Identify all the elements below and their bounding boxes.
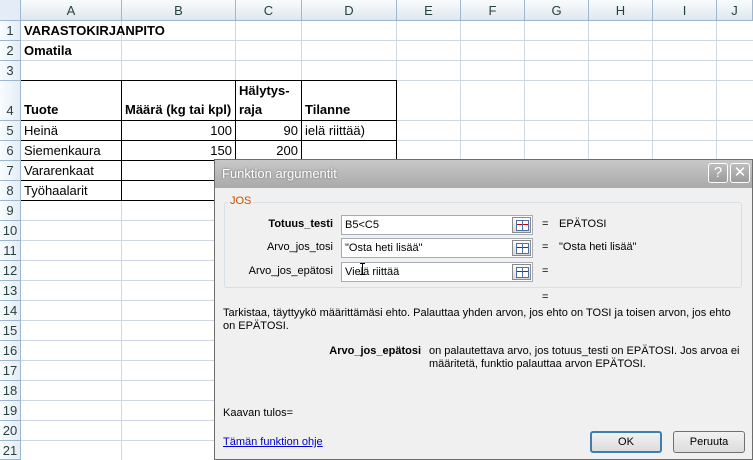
dialog-title: Funktion argumentit (222, 166, 337, 181)
cell-d4[interactable]: Tilanne (302, 100, 396, 120)
column-header-f[interactable]: F (461, 0, 525, 21)
ok-button[interactable]: OK (590, 431, 662, 453)
row-header[interactable]: 4 (0, 81, 21, 121)
row-header[interactable]: 17 (0, 361, 21, 381)
cancel-button[interactable]: Peruuta (673, 431, 745, 453)
row-header[interactable]: 13 (0, 281, 21, 301)
row-header[interactable]: 6 (0, 141, 21, 161)
row-header[interactable]: 20 (0, 421, 21, 441)
row-header[interactable]: 18 (0, 381, 21, 401)
cell-a5[interactable]: Heinä (21, 121, 121, 140)
row-header[interactable]: 16 (0, 341, 21, 361)
cell-c5[interactable]: 90 (236, 121, 301, 140)
close-icon[interactable]: ✕ (730, 163, 750, 183)
column-header-h[interactable]: H (589, 0, 653, 21)
row-header[interactable]: 14 (0, 301, 21, 321)
cell-b5[interactable]: 100 (122, 121, 235, 140)
column-header-d[interactable]: D (302, 0, 397, 21)
cell-a8[interactable]: Työhaalarit (21, 181, 121, 200)
cell-a4[interactable]: Tuote (21, 100, 121, 120)
column-header-i[interactable]: I (653, 0, 717, 21)
formula-result-label: Kaavan tulos= (223, 407, 294, 419)
arg-label-totuus-testi: Totuus_testi (268, 218, 333, 230)
collapse-dialog-icon (516, 267, 529, 278)
collapse-dialog-icon (516, 243, 529, 254)
cell-d5[interactable]: ielä riittää) (302, 121, 396, 140)
row-header[interactable]: 1 (0, 21, 21, 41)
row-header[interactable]: 15 (0, 321, 21, 341)
cell-c4-line1[interactable]: Hälytys- (236, 81, 301, 101)
cell-a7[interactable]: Vararenkaat (21, 161, 121, 180)
column-header-a[interactable]: A (21, 0, 122, 21)
table-border (301, 80, 302, 160)
arg-result-arvo-jos-tosi: "Osta heti lisää" (559, 241, 637, 253)
column-header-c[interactable]: C (236, 0, 302, 21)
cell-b6[interactable]: 150 (122, 141, 235, 160)
range-picker-button[interactable] (512, 217, 531, 233)
row-header[interactable]: 3 (0, 61, 21, 81)
table-border (396, 80, 397, 160)
function-help-link[interactable]: Tämän funktion ohje (223, 436, 323, 448)
gridline (21, 60, 753, 61)
arg-result-totuus-testi: EPÄTOSI (559, 218, 607, 230)
column-header-e[interactable]: E (397, 0, 461, 21)
cell-a2[interactable]: Omatila (21, 41, 121, 61)
function-arguments-dialog: Funktion argumentit ? ✕ JOS Totuus_testi… (214, 159, 753, 460)
arg-help-text: on palautettava arvo, jos totuus_testi o… (429, 345, 740, 370)
arg-equals: = (542, 241, 549, 253)
row-header[interactable]: 5 (0, 121, 21, 141)
table-border (21, 80, 397, 81)
row-header[interactable]: 11 (0, 241, 21, 261)
column-header-j[interactable]: J (717, 0, 753, 21)
cell-a6[interactable]: Siemenkaura (21, 141, 121, 160)
row-header[interactable]: 12 (0, 261, 21, 281)
cell-c4-line2[interactable]: raja (236, 100, 301, 120)
range-picker-button[interactable] (512, 240, 531, 256)
formula-equals: = (542, 291, 549, 303)
range-picker-button[interactable] (512, 264, 531, 280)
select-all-corner[interactable] (0, 0, 21, 21)
row-header[interactable]: 21 (0, 441, 21, 460)
row-header[interactable]: 19 (0, 401, 21, 421)
collapse-dialog-icon (516, 220, 529, 231)
arg-equals: = (542, 218, 549, 230)
arg-input-arvo-jos-tosi[interactable]: "Osta heti lisää" (341, 238, 533, 258)
arg-input-arvo-jos-epatosi[interactable]: Vielä riittää (341, 262, 533, 282)
row-header[interactable]: 8 (0, 181, 21, 201)
dialog-titlebar[interactable]: Funktion argumentit ? ✕ (215, 160, 752, 188)
arg-label-arvo-jos-epatosi: Arvo_jos_epätosi (248, 265, 333, 277)
help-icon[interactable]: ? (708, 163, 728, 183)
cell-b4[interactable]: Määrä (kg tai kpl) (122, 100, 235, 120)
row-header[interactable]: 10 (0, 221, 21, 241)
arg-input-totuus-testi[interactable]: B5<C5 (341, 215, 533, 235)
cell-c6[interactable]: 200 (236, 141, 301, 160)
row-header[interactable]: 2 (0, 41, 21, 61)
function-name: JOS (228, 195, 254, 207)
row-header[interactable]: 9 (0, 201, 21, 221)
function-description: Tarkistaa, täyttyykö määrittämäsi ehto. … (223, 307, 731, 332)
column-header-b[interactable]: B (122, 0, 236, 21)
arg-equals: = (542, 265, 549, 277)
column-header-g[interactable]: G (525, 0, 589, 21)
cell-a1[interactable]: VARASTOKIRJANPITO (21, 21, 221, 41)
table-border (21, 200, 216, 201)
text-cursor-icon (360, 263, 365, 275)
row-header[interactable]: 7 (0, 161, 21, 181)
arg-label-arvo-jos-tosi: Arvo_jos_tosi (266, 241, 333, 253)
arg-help-name: Arvo_jos_epätosi (329, 345, 421, 357)
